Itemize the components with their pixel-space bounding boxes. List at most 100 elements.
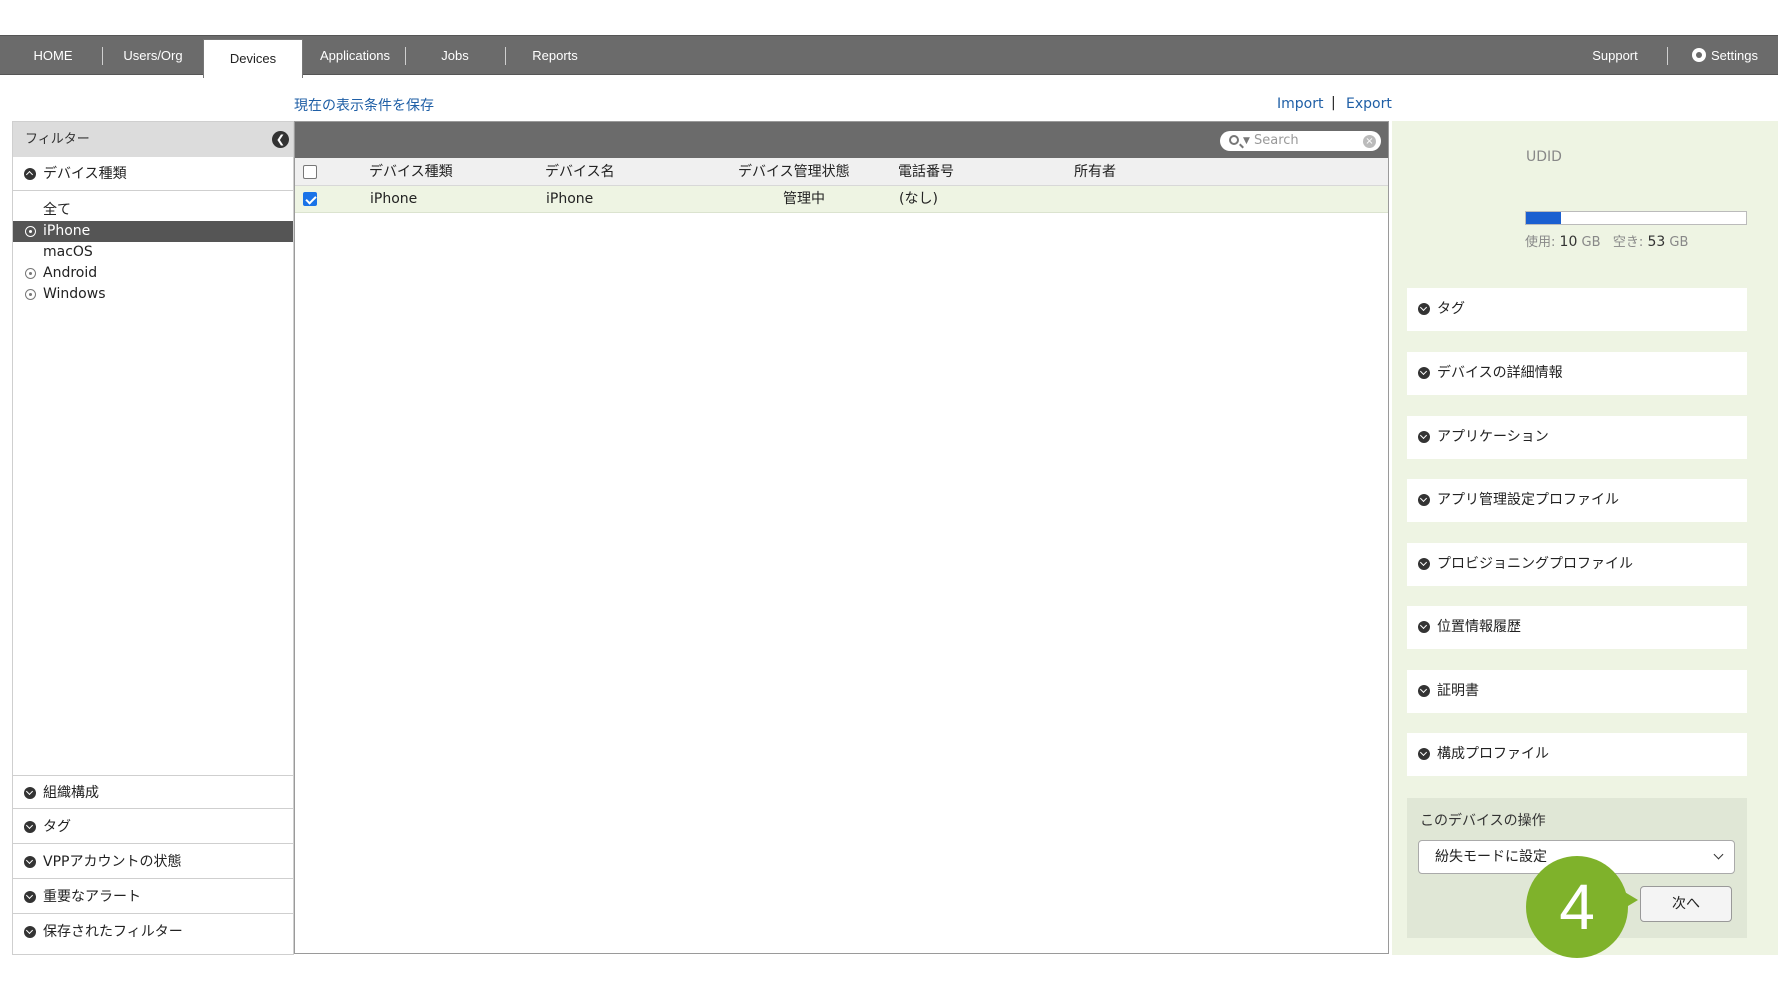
chevron-down-icon [1418,558,1430,570]
device-type-label: macOS [43,244,93,260]
chevron-down-icon [24,926,36,938]
device-table-panel: ▼ Search × デバイス種類 デバイス名 デバイス管理状態 電話番号 所有… [294,121,1389,954]
nav-divider [405,47,406,65]
device-detail-panel: UDID 使用: 10 GB 空き: 53 GB タグ デバイスの詳細情報 アプ… [1392,121,1778,955]
storage-unit: GB [1669,235,1689,250]
nav-settings[interactable]: Settings [1680,36,1770,75]
chevron-down-icon [24,787,36,799]
storage-used-fill [1526,212,1562,224]
nav-support[interactable]: Support [1580,36,1650,75]
step-badge: 4 [1526,856,1628,958]
chevron-up-icon [24,168,36,180]
detail-section-label: 証明書 [1437,683,1479,699]
filter-panel: フィルター ❮ デバイス種類 全て iPhone macOS Android W… [12,121,294,955]
detail-section-provisioning[interactable]: プロビジョニングプロファイル [1407,543,1747,586]
column-header[interactable]: 電話番号 [898,158,954,186]
chevron-down-icon [1418,685,1430,697]
nav-divider [1667,47,1668,65]
storage-free-value: 53 [1647,234,1666,250]
expand-dot-icon [25,268,36,279]
nav-home[interactable]: HOME [18,36,88,75]
column-header[interactable]: デバイス種類 [369,158,453,186]
table-header: デバイス種類 デバイス名 デバイス管理状態 電話番号 所有者 [295,158,1388,186]
table-toolbar: ▼ Search × [295,122,1388,158]
filter-section-alerts[interactable]: 重要なアラート [13,880,293,914]
filter-header-label: フィルター [25,132,90,147]
operations-title: このデバイスの操作 [1420,813,1546,829]
nav-applications[interactable]: Applications [310,36,400,75]
nav-jobs[interactable]: Jobs [425,36,485,75]
detail-section-label: アプリケーション [1437,429,1549,445]
chevron-down-icon [1418,748,1430,760]
filter-section-tag[interactable]: タグ [13,810,293,844]
collapse-left-icon[interactable]: ❮ [272,131,289,148]
device-type-iphone[interactable]: iPhone [13,221,293,242]
nav-settings-label: Settings [1711,48,1758,63]
device-type-android[interactable]: Android [13,263,293,284]
storage-unit: GB [1581,235,1601,250]
filter-section-org[interactable]: 組織構成 [13,775,293,809]
udid-label: UDID [1526,149,1562,165]
device-type-label: iPhone [43,223,91,239]
detail-section-label: デバイスの詳細情報 [1437,365,1563,381]
filter-section-label: VPPアカウントの状態 [43,854,182,870]
device-type-label: Windows [43,286,106,302]
nav-reports[interactable]: Reports [520,36,590,75]
next-button[interactable]: 次へ [1640,886,1732,922]
chevron-down-icon [24,856,36,868]
nav-devices[interactable]: Devices [203,39,303,78]
filter-section-label: タグ [43,819,71,835]
import-link[interactable]: Import [1277,96,1323,112]
top-nav: HOME Users/Org Devices Applications Jobs… [0,35,1778,78]
cell-status: 管理中 [783,191,825,207]
column-header[interactable]: デバイス管理状態 [738,158,850,186]
cell-device-type: iPhone [370,191,418,207]
device-type-windows[interactable]: Windows [13,284,293,305]
storage-text: 使用: 10 GB 空き: 53 GB [1525,231,1688,250]
operation-selected-value: 紛失モードに設定 [1435,849,1547,865]
filter-section-label: 組織構成 [43,785,99,801]
export-link[interactable]: Export [1346,96,1392,112]
filter-section-saved[interactable]: 保存されたフィルター [13,915,293,949]
detail-section-config-profiles[interactable]: 構成プロファイル [1407,733,1747,776]
chevron-down-icon [1418,303,1430,315]
link-separator: | [1331,95,1336,111]
device-type-label: 全て [43,202,71,218]
table-row[interactable]: iPhone iPhone 管理中 (なし) [295,186,1388,213]
detail-section-label: アプリ管理設定プロファイル [1437,492,1619,508]
filter-section-device-type[interactable]: デバイス種類 [13,157,293,191]
detail-section-location[interactable]: 位置情報履歴 [1407,606,1747,649]
cell-device-name: iPhone [546,191,594,207]
clear-icon[interactable]: × [1363,135,1376,148]
storage-bar [1525,211,1747,225]
detail-section-certificates[interactable]: 証明書 [1407,670,1747,713]
chevron-down-icon [24,821,36,833]
gear-icon [1692,48,1706,62]
detail-section-applications[interactable]: アプリケーション [1407,416,1747,459]
device-type-all[interactable]: 全て [13,200,293,221]
chevron-down-icon [24,891,36,903]
row-checkbox[interactable] [303,192,317,206]
select-all-checkbox[interactable] [303,165,317,179]
column-header[interactable]: 所有者 [1074,158,1116,186]
detail-section-label: 構成プロファイル [1437,746,1549,762]
detail-section-tag[interactable]: タグ [1407,288,1747,331]
column-header[interactable]: デバイス名 [545,158,615,186]
device-type-label: Android [43,265,98,281]
search-input[interactable]: ▼ Search × [1220,131,1381,151]
caret-down-icon: ▼ [1243,136,1250,146]
detail-section-label: 位置情報履歴 [1437,619,1521,635]
nav-divider [102,47,103,65]
device-type-macos[interactable]: macOS [13,242,293,263]
detail-section-label: プロビジョニングプロファイル [1437,556,1633,572]
detail-section-app-config[interactable]: アプリ管理設定プロファイル [1407,479,1747,522]
detail-section-device-info[interactable]: デバイスの詳細情報 [1407,352,1747,395]
nav-users-org[interactable]: Users/Org [112,36,194,75]
save-view-link[interactable]: 現在の表示条件を保存 [294,95,434,115]
filter-section-label: 保存されたフィルター [43,924,183,940]
filter-section-vpp[interactable]: VPPアカウントの状態 [13,845,293,879]
storage-used-label: 使用: [1525,235,1556,250]
filter-section-label: 重要なアラート [43,889,141,905]
storage-used-value: 10 [1559,234,1578,250]
detail-section-label: タグ [1437,301,1465,317]
